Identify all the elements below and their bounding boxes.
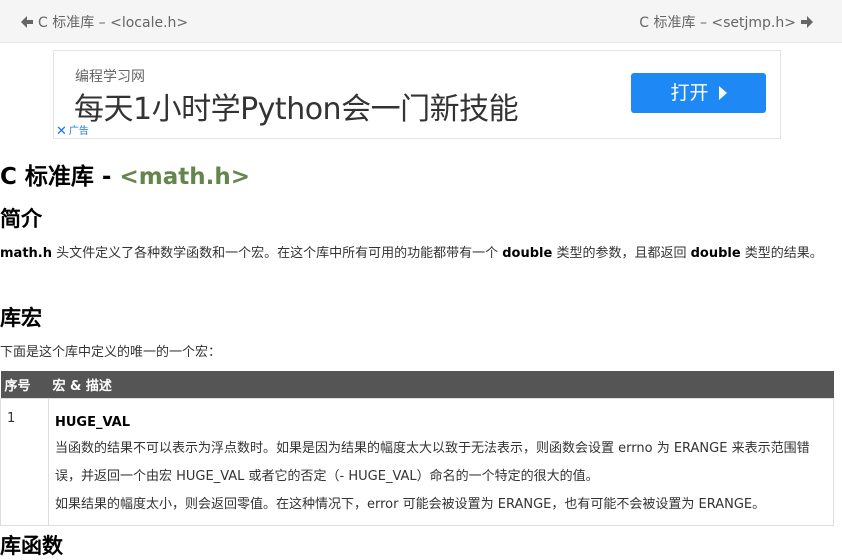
intro-text-1: 头文件定义了各种数学函数和一个宏。在这个库中所有可用的功能都带有一个	[51, 246, 503, 261]
next-page-label: C 标准库 – <setjmp.h>	[639, 15, 796, 31]
prev-page-label: C 标准库 – <locale.h>	[38, 15, 189, 31]
ad-open-button[interactable]: 打开	[631, 73, 766, 113]
header-macro-desc: 宏 & 描述	[48, 371, 834, 399]
ad-source: 编程学习网	[75, 69, 145, 85]
table-row: 1 HUGE_VAL 当函数的结果不可以表示为浮点数时。如果是因为结果的幅度太大…	[0, 398, 834, 526]
macro-desc-2: 如果结果的幅度太小，则会返回零值。在这种情况下，error 可能会被设置为 ER…	[55, 497, 766, 512]
next-page-link[interactable]: C 标准库 – <setjmp.h>	[639, 12, 814, 32]
intro-lib-name: math.h	[0, 246, 52, 261]
arrow-right-icon	[801, 16, 813, 28]
functions-heading: 库函数	[0, 534, 63, 558]
prev-page-link[interactable]: C 标准库 – <locale.h>	[20, 12, 188, 32]
intro-heading: 简介	[0, 207, 42, 231]
top-navigation: C 标准库 – <locale.h> C 标准库 – <setjmp.h>	[0, 0, 842, 43]
macros-table: 序号 宏 & 描述 1 HUGE_VAL 当函数的结果不可以表示为浮点数时。如果…	[0, 371, 834, 526]
page-title-prefix: C 标准库 -	[0, 164, 120, 190]
intro-paragraph: math.h 头文件定义了各种数学函数和一个宏。在这个库中所有可用的功能都带有一…	[0, 240, 832, 268]
intro-type-2: double	[690, 246, 741, 261]
page-title-code: <math.h>	[119, 164, 250, 190]
table-header-row: 序号 宏 & 描述	[0, 371, 834, 399]
intro-text-2: 类型的参数，且都返回	[552, 246, 691, 261]
macro-name: HUGE_VAL	[55, 415, 131, 430]
macros-description: 下面是这个库中定义的唯一的一个宏：	[0, 345, 222, 360]
page-title: C 标准库 - <math.h>	[0, 157, 250, 191]
ad-mark-label: 广告	[68, 126, 89, 137]
macro-desc-1: 当函数的结果不可以表示为浮点数时。如果是因为结果的幅度太大以致于无法表示，则函数…	[55, 441, 810, 484]
row-macro: HUGE_VAL 当函数的结果不可以表示为浮点数时。如果是因为结果的幅度太大以致…	[48, 398, 834, 526]
header-num: 序号	[0, 371, 49, 399]
close-icon[interactable]: ✕	[56, 124, 67, 139]
row-num: 1	[0, 398, 49, 526]
intro-text-3: 类型的结果。	[740, 246, 823, 261]
macros-heading: 库宏	[0, 306, 42, 330]
ad-banner[interactable]: 编程学习网 每天1小时学Python会一门新技能 打开 ✕ 广告	[53, 50, 781, 139]
ad-open-label: 打开	[670, 82, 709, 104]
play-icon	[718, 86, 727, 100]
arrow-left-icon	[21, 16, 33, 28]
intro-type-1: double	[502, 246, 553, 261]
ad-headline[interactable]: 每天1小时学Python会一门新技能	[74, 84, 519, 128]
ad-mark[interactable]: ✕ 广告	[56, 122, 89, 139]
